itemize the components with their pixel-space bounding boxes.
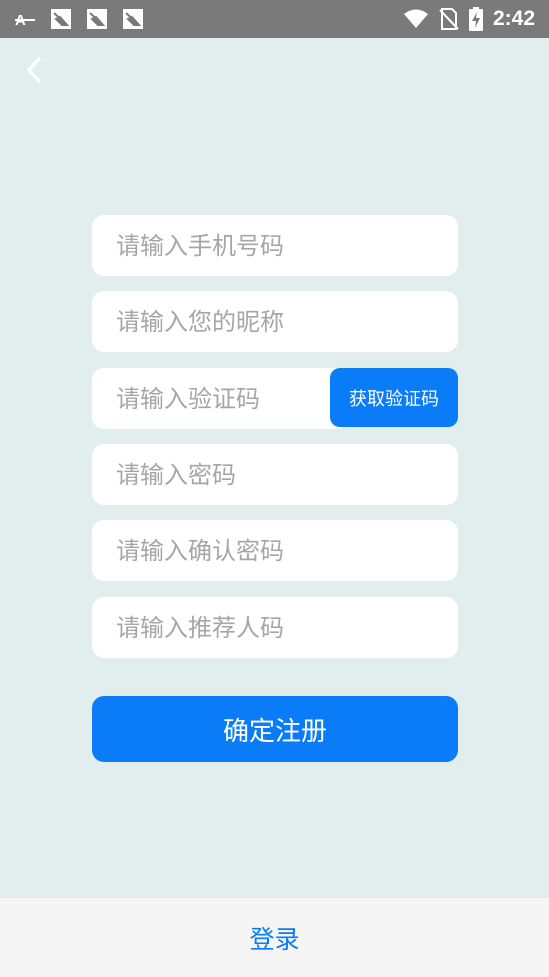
notification-icon bbox=[122, 8, 144, 30]
status-time: 2:42 bbox=[492, 7, 535, 30]
status-right: 2:42 bbox=[403, 7, 535, 31]
wifi-icon bbox=[403, 9, 429, 29]
no-sim-icon bbox=[439, 8, 459, 30]
register-button[interactable]: 确定注册 bbox=[92, 696, 458, 762]
status-left: A bbox=[14, 8, 144, 30]
notification-icon bbox=[86, 8, 108, 30]
back-button[interactable] bbox=[18, 56, 50, 88]
verification-code-input[interactable] bbox=[92, 368, 342, 429]
chevron-left-icon bbox=[26, 57, 42, 87]
confirm-password-input[interactable] bbox=[92, 520, 458, 581]
phone-input[interactable] bbox=[92, 215, 458, 276]
login-link[interactable]: 登录 bbox=[249, 920, 299, 956]
notification-icon bbox=[50, 8, 72, 30]
status-bar: A bbox=[0, 0, 549, 38]
nickname-input[interactable] bbox=[92, 291, 458, 352]
footer: 登录 bbox=[0, 898, 549, 977]
battery-charging-icon bbox=[468, 7, 483, 31]
get-code-button[interactable]: 获取验证码 bbox=[330, 368, 458, 427]
referral-code-input[interactable] bbox=[92, 597, 458, 658]
password-input[interactable] bbox=[92, 444, 458, 505]
font-icon: A bbox=[14, 11, 36, 27]
